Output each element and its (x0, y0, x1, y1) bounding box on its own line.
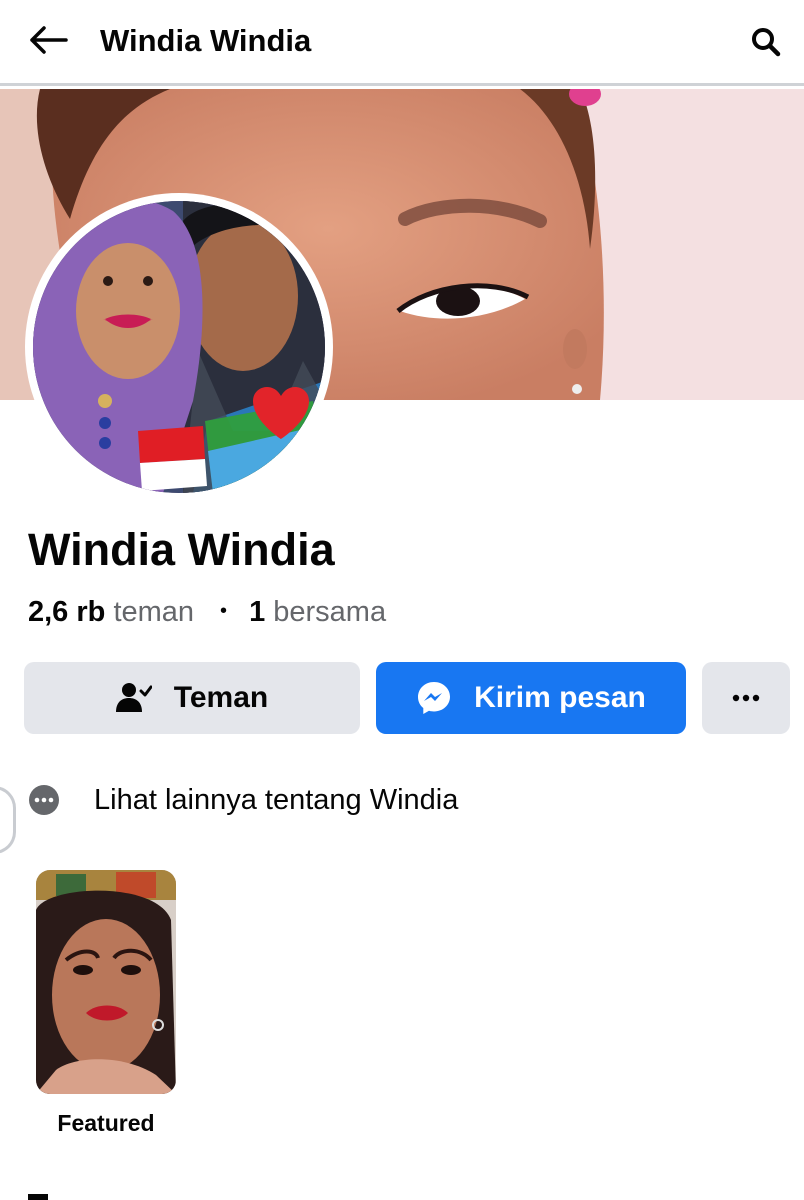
featured-photo[interactable] (36, 870, 176, 1094)
friends-button[interactable]: Teman (24, 662, 360, 734)
featured-photo-image (36, 870, 176, 1094)
profile-name: Windia Windia (28, 524, 335, 575)
friends-count: 2,6 rb (28, 596, 106, 628)
more-options-button[interactable] (702, 662, 790, 734)
send-message-label: Kirim pesan (474, 681, 646, 714)
arrow-left-icon (30, 26, 68, 54)
avatar (33, 201, 325, 493)
more-circle-icon (29, 785, 59, 815)
more-horizontal-icon (732, 694, 760, 702)
search-icon (752, 28, 781, 57)
mutual-label: bersama (273, 596, 387, 628)
see-more-about-label: Lihat lainnya tentang Windia (94, 783, 459, 816)
cropped-icon (28, 1194, 48, 1200)
friends-label: teman (113, 596, 195, 628)
send-message-button[interactable]: Kirim pesan (376, 662, 686, 734)
friend-stats[interactable]: 2,6 rb teman • 1 bersama (28, 592, 386, 631)
search-button[interactable] (744, 20, 788, 64)
top-app-bar: Windia Windia (0, 0, 804, 86)
stats-separator: • (220, 600, 228, 622)
featured-label: Featured (57, 1110, 155, 1136)
person-check-icon (115, 682, 152, 714)
profile-picture[interactable] (25, 193, 333, 501)
messenger-icon (416, 680, 452, 716)
friends-button-label: Teman (173, 681, 269, 714)
page-title: Windia Windia (100, 23, 312, 58)
mutual-count: 1 (249, 596, 266, 628)
see-more-about-link[interactable]: Lihat lainnya tentang Windia (28, 778, 458, 822)
edge-handle (0, 786, 16, 854)
profile-photo-image (33, 201, 325, 493)
back-button[interactable] (22, 18, 74, 62)
